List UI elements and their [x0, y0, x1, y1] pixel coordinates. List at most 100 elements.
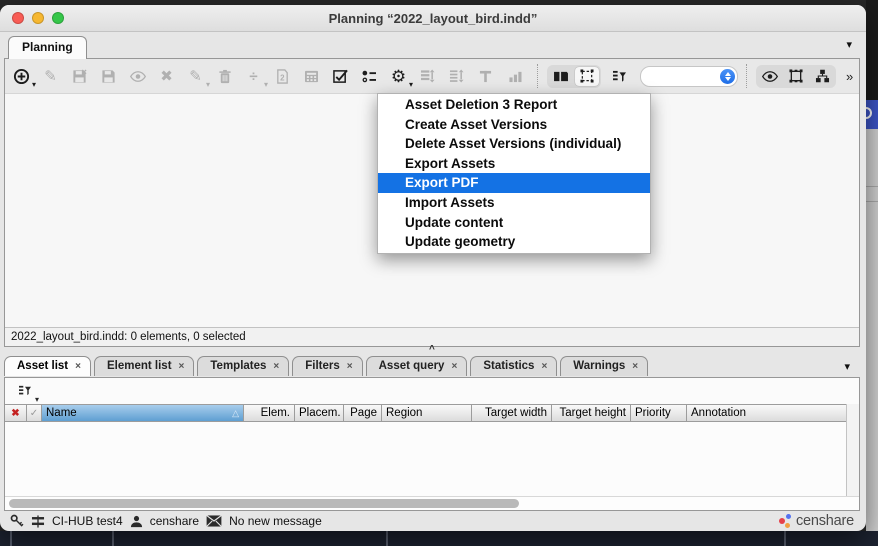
save-version-remove-icon[interactable]: [71, 65, 88, 87]
collapse-rows-icon[interactable]: [448, 65, 465, 87]
display-mode-group: [756, 65, 836, 88]
close-tab-icon[interactable]: ×: [179, 361, 185, 372]
key-icon[interactable]: [10, 514, 24, 528]
column-header-target-width[interactable]: Target width: [472, 405, 552, 421]
filter-icon[interactable]: [611, 65, 628, 87]
dropdown-arrow-icon: ▾: [35, 395, 39, 404]
toolbar-combobox[interactable]: [640, 66, 738, 87]
save-icon[interactable]: [100, 65, 117, 87]
user-icon[interactable]: [130, 515, 143, 528]
combobox-stepper-icon[interactable]: [720, 69, 735, 84]
frame-view-toggle[interactable]: [575, 67, 599, 86]
selection-frame-icon[interactable]: [784, 67, 808, 86]
toolbar-separator: [746, 64, 747, 88]
menu-item-create-asset-versions[interactable]: Create Asset Versions: [378, 115, 650, 135]
planning-window: Planning “2022_layout_bird.indd” Plannin…: [0, 5, 866, 531]
close-tab-icon[interactable]: ×: [541, 361, 547, 372]
menu-item-export-pdf[interactable]: Export PDF: [378, 173, 650, 193]
close-tab-icon[interactable]: ×: [273, 361, 279, 372]
panel-resize-handle[interactable]: ^: [429, 344, 435, 355]
column-header-elem[interactable]: Elem.: [244, 405, 295, 421]
edit-icon[interactable]: ✎: [42, 65, 59, 87]
censhare-logo-mark-icon: [779, 513, 792, 529]
zoom-window-button[interactable]: [52, 12, 64, 24]
eye-icon[interactable]: [758, 67, 782, 86]
planning-toolbar: ▾ ✎ ✖ ✎ ▾ ÷ ▾: [5, 59, 859, 93]
background-app-edge: [866, 0, 878, 546]
tab-filters[interactable]: Filters ×: [292, 356, 362, 376]
list-filter-icon[interactable]: ▾: [16, 380, 33, 402]
svg-text:2: 2: [280, 73, 285, 82]
table-icon[interactable]: [303, 65, 320, 87]
message-status[interactable]: No new message: [229, 514, 322, 528]
tab-statistics[interactable]: Statistics ×: [470, 356, 557, 376]
column-header-placem[interactable]: Placem.: [295, 405, 344, 421]
tab-asset-query[interactable]: Asset query ×: [366, 356, 468, 376]
connection-name[interactable]: CI-HUB test4: [52, 514, 123, 528]
add-asset-button[interactable]: ▾: [13, 65, 30, 87]
column-header-annotation[interactable]: Annotation: [687, 405, 846, 421]
asset-list-panel: ▾ ✖ ✓ Name △ Elem. Placem. Page Region T…: [4, 377, 860, 511]
options-list-icon[interactable]: [361, 65, 378, 87]
delete-icon[interactable]: ✖: [158, 65, 175, 87]
bar-chart-icon[interactable]: [506, 65, 523, 87]
server-connection-icon[interactable]: [31, 515, 45, 528]
annotate-icon[interactable]: ✎ ▾: [187, 65, 204, 87]
pages-view-toggle[interactable]: [549, 67, 573, 86]
tab-element-list[interactable]: Element list ×: [94, 356, 194, 376]
check-column-icon[interactable]: ✓: [27, 405, 42, 421]
menu-item-delete-asset-versions[interactable]: Delete Asset Versions (individual): [378, 134, 650, 154]
dropdown-arrow-icon: ▾: [409, 80, 413, 89]
close-tab-icon[interactable]: ×: [75, 361, 81, 372]
column-header-target-height[interactable]: Target height: [552, 405, 631, 421]
censhare-logo-text: censhare: [796, 513, 854, 529]
vertical-scrollbar[interactable]: [846, 404, 859, 496]
horizontal-scrollbar: [5, 496, 859, 510]
gear-icon[interactable]: ⚙ ▾: [390, 65, 407, 87]
user-name[interactable]: censhare: [150, 514, 199, 528]
column-header-priority[interactable]: Priority: [631, 405, 687, 421]
horizontal-scrollbar-thumb[interactable]: [9, 499, 519, 508]
close-tab-icon[interactable]: ×: [451, 361, 457, 372]
menu-item-update-geometry[interactable]: Update geometry: [378, 232, 650, 252]
panel-menu-arrow-icon[interactable]: ▾: [846, 38, 852, 51]
close-tab-icon[interactable]: ×: [632, 361, 638, 372]
column-header-name[interactable]: Name △: [42, 405, 244, 421]
menu-item-export-assets[interactable]: Export Assets: [378, 154, 650, 174]
dropdown-arrow-icon: ▾: [206, 80, 210, 89]
column-header-region[interactable]: Region: [382, 405, 472, 421]
second-page-icon[interactable]: 2: [274, 65, 291, 87]
message-envelope-icon[interactable]: [206, 515, 222, 527]
column-header-page[interactable]: Page: [344, 405, 382, 421]
toolbar-overflow-button[interactable]: »: [846, 69, 853, 84]
menu-item-update-content[interactable]: Update content: [378, 213, 650, 233]
checkbox-icon[interactable]: [332, 65, 349, 87]
asset-table-body: [5, 422, 859, 496]
lower-tab-bar: Asset list × Element list × Templates × …: [4, 356, 648, 376]
minimize-window-button[interactable]: [32, 12, 44, 24]
close-window-button[interactable]: [12, 12, 24, 24]
remove-column-icon[interactable]: ✖: [5, 405, 27, 421]
dropdown-arrow-icon: ▾: [32, 80, 36, 89]
censhare-logo: censhare: [779, 513, 854, 529]
hierarchy-icon[interactable]: [810, 67, 834, 86]
asset-list-toolbar: ▾: [5, 378, 859, 404]
tab-planning[interactable]: Planning: [8, 36, 87, 59]
divide-pages-icon[interactable]: ÷ ▾: [245, 65, 262, 87]
background-window-strip: [0, 531, 878, 546]
tab-asset-list[interactable]: Asset list ×: [4, 356, 91, 376]
tab-templates[interactable]: Templates ×: [197, 356, 289, 376]
tab-warnings[interactable]: Warnings ×: [560, 356, 648, 376]
lower-panel-menu-arrow-icon[interactable]: ▾: [844, 360, 850, 373]
panel-tab-row: Planning ▾: [0, 32, 866, 58]
text-column-icon[interactable]: [477, 65, 494, 87]
expand-rows-icon[interactable]: [419, 65, 436, 87]
sort-ascending-icon: △: [232, 405, 239, 421]
menu-item-import-assets[interactable]: Import Assets: [378, 193, 650, 213]
view-icon[interactable]: [129, 65, 146, 87]
trash-icon[interactable]: [216, 65, 233, 87]
close-tab-icon[interactable]: ×: [347, 361, 353, 372]
menu-item-asset-deletion-report[interactable]: Asset Deletion 3 Report: [378, 95, 650, 115]
asset-table-header: ✖ ✓ Name △ Elem. Placem. Page Region Tar…: [5, 404, 846, 422]
view-toggle-group: [547, 65, 601, 88]
